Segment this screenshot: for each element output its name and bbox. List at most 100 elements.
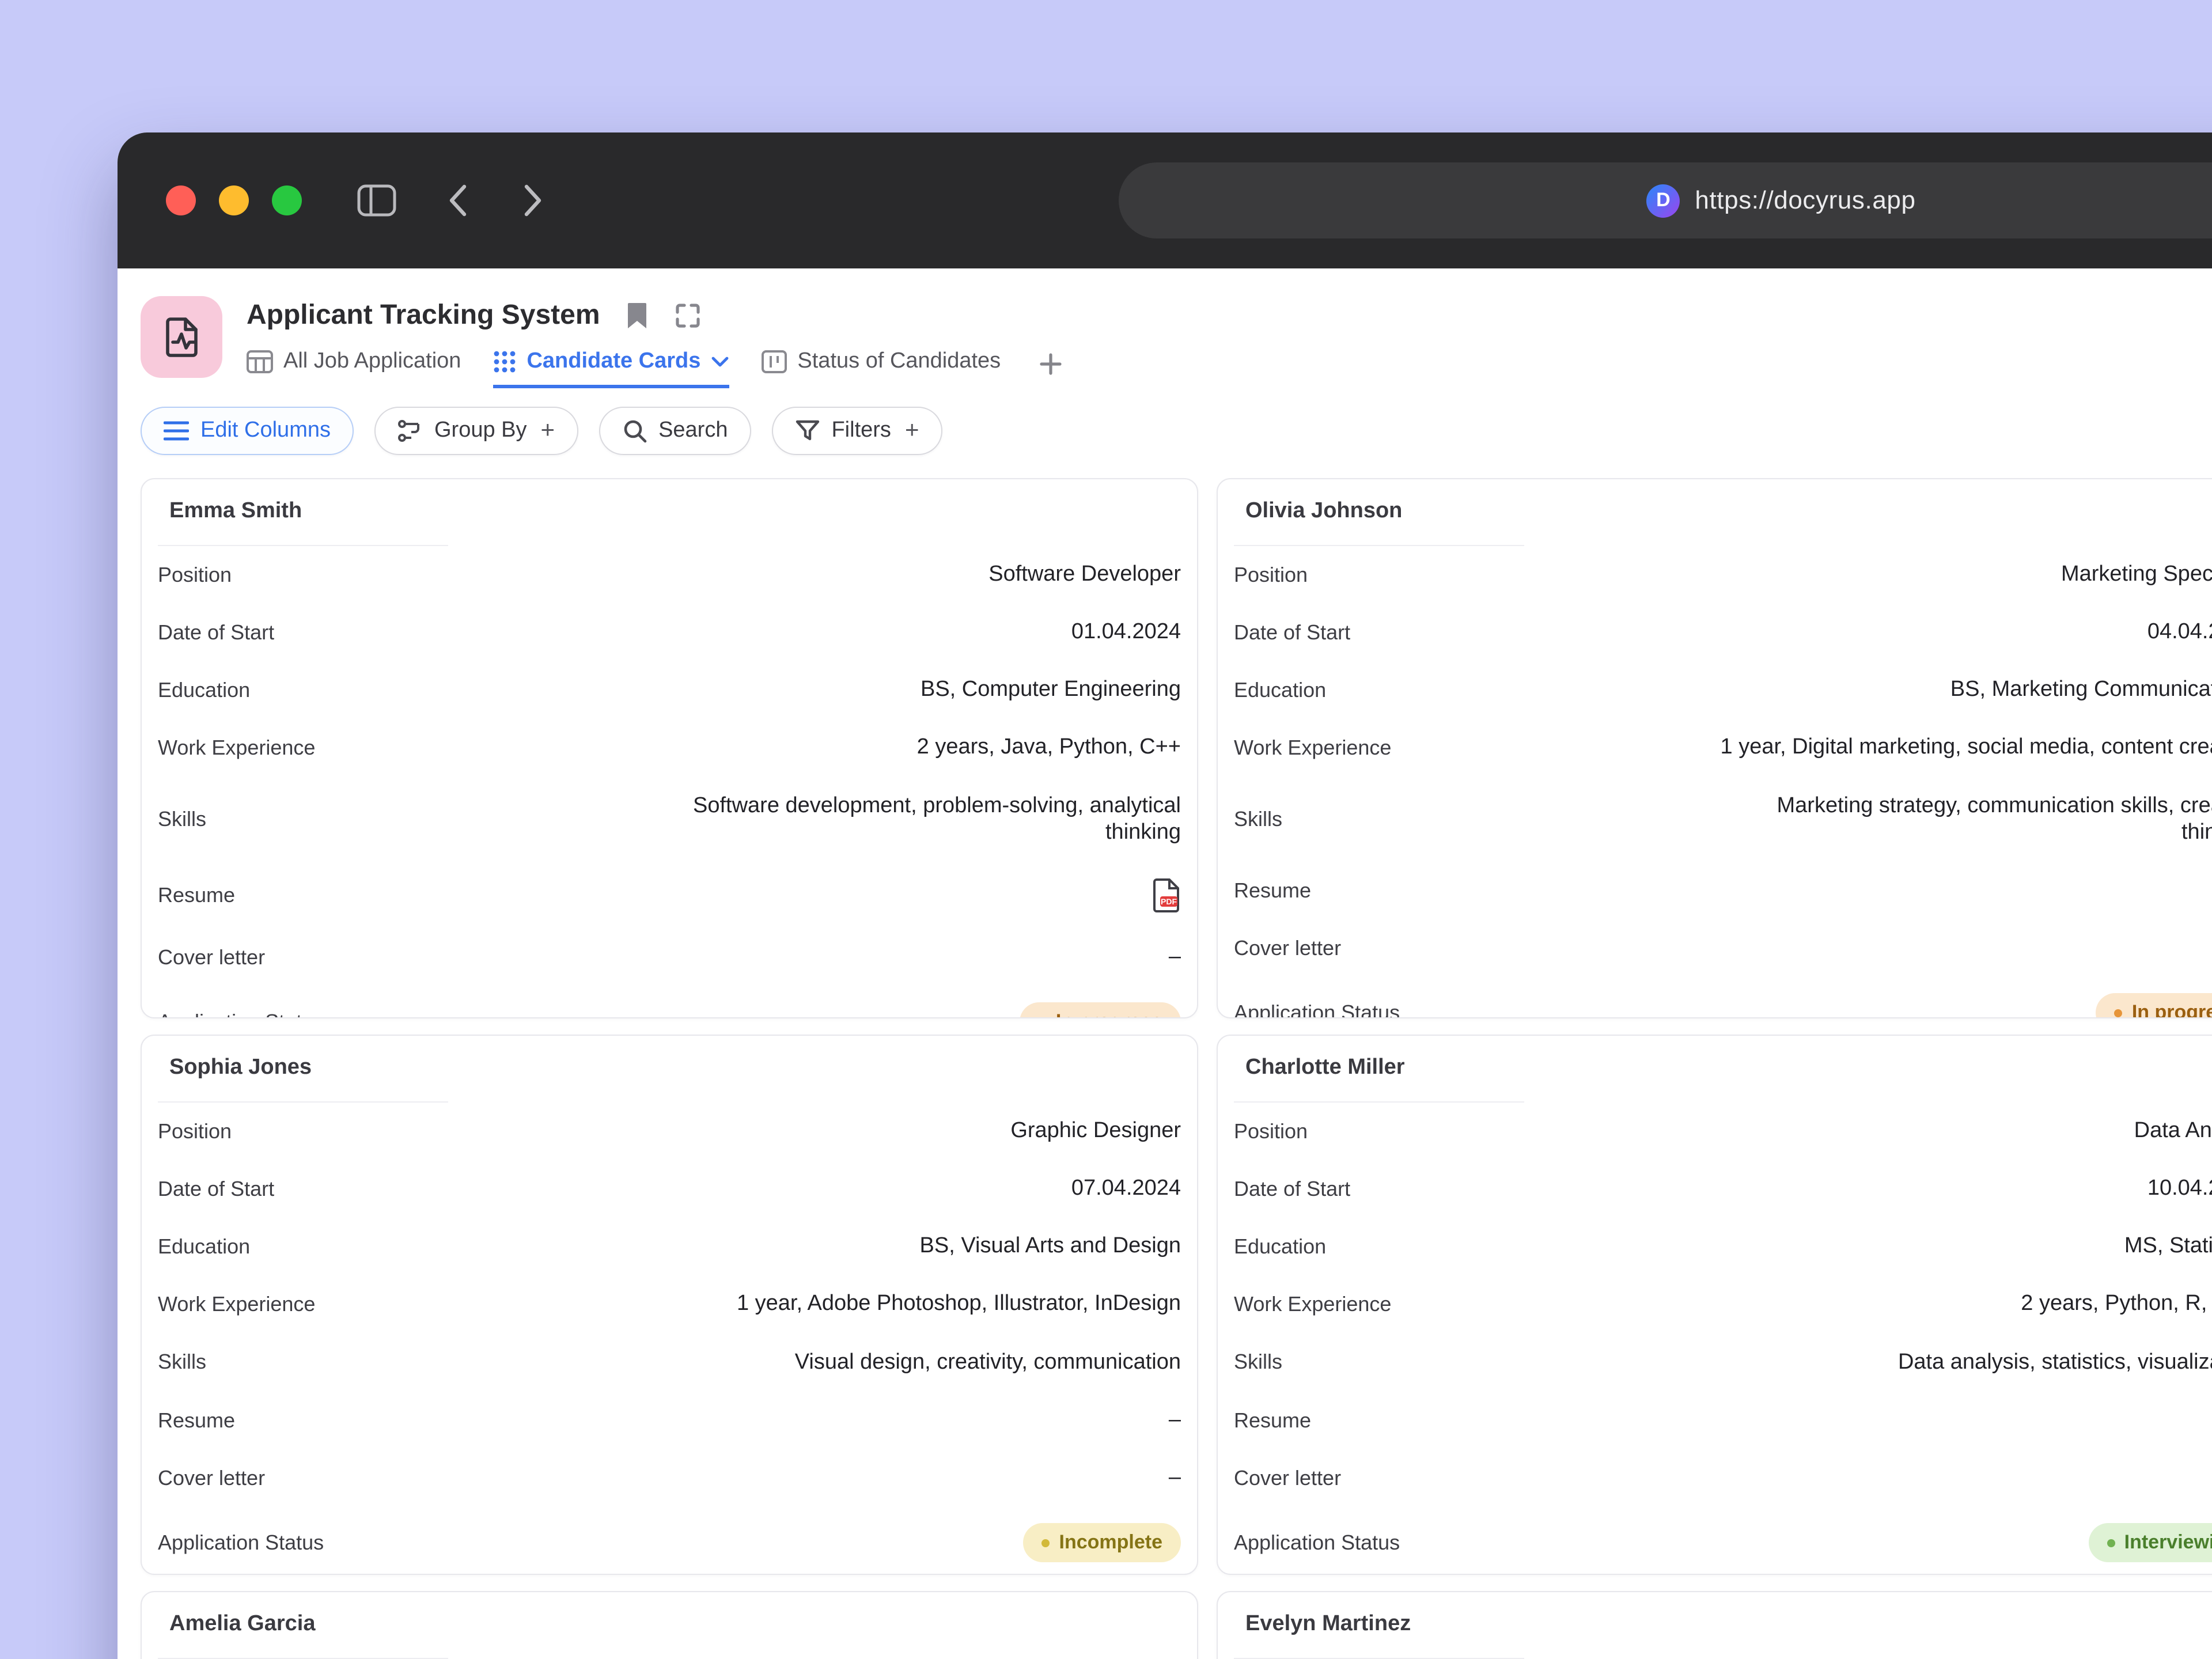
tab-label: Status of Candidates [797, 349, 1001, 373]
field-row-work-experience: Work Experience 1 year, Digital marketin… [1234, 719, 2212, 777]
candidate-card-sophia-jones[interactable]: Sophia Jones Position Graphic Designer D… [141, 1035, 1198, 1575]
zoom-window-button[interactable] [272, 185, 302, 215]
field-label: Resume [158, 883, 236, 906]
address-bar[interactable]: D https://docyrus.app [1119, 162, 2212, 238]
candidate-name: Olivia Johnson [1245, 499, 1403, 523]
tab-label: Candidate Cards [527, 349, 701, 373]
edit-columns-button[interactable]: Edit Columns [141, 407, 354, 455]
field-value: 04.04.2024 [2147, 620, 2212, 644]
status-label: Interviewing [2124, 1531, 2212, 1553]
field-label: Resume [1234, 878, 1312, 902]
field-value: BS, Marketing Communications [1950, 677, 2212, 702]
add-view-button[interactable] [1037, 351, 1063, 387]
field-label: Application Status [158, 1531, 324, 1554]
field-row-education: Education MS, Statistics [1234, 1218, 2212, 1275]
field-label: Work Experience [158, 736, 316, 759]
candidate-card-emma-smith[interactable]: Emma Smith Position Software Developer D… [141, 478, 1198, 1018]
view-tabs: All Job Application Candidate Cards Stat… [247, 349, 1063, 388]
toolbar: Edit Columns Group By + Search Filters + [141, 407, 2212, 455]
field-row-position: Position Data Analyst [1234, 1103, 2212, 1160]
field-label: Date of Start [158, 620, 275, 643]
sidebar-toggle-icon[interactable] [357, 184, 396, 217]
svg-text:PDF: PDF [1161, 897, 1177, 906]
field-value: Graphic Designer [1010, 1119, 1181, 1143]
tab-status-of-candidates[interactable]: Status of Candidates [762, 349, 1001, 388]
status-badge: In progress [1020, 1002, 1181, 1017]
columns-list-icon [164, 421, 189, 441]
button-label: Group By [434, 418, 527, 442]
field-value: Visual design, creativity, communication [794, 1350, 1181, 1374]
field-label: Cover letter [158, 945, 266, 968]
field-label: Work Experience [158, 1292, 316, 1315]
field-row-position: Position Marketing Specialist [1234, 546, 2212, 604]
field-label: Application Status [1234, 1531, 1400, 1554]
page-title: Applicant Tracking System [247, 300, 600, 331]
field-value: 1 year, Digital marketing, social media,… [1720, 735, 2212, 759]
forward-icon[interactable] [523, 183, 544, 218]
field-label: Position [1234, 563, 1308, 586]
app-content: Applicant Tracking System All Job Applic… [118, 268, 2212, 1659]
back-icon[interactable] [447, 183, 468, 218]
field-label: Date of Start [1234, 1177, 1351, 1200]
plus-icon [1039, 353, 1061, 374]
traffic-lights [166, 185, 302, 215]
field-row-date-of-start: Date of Start 10.04.2024 [1234, 1160, 2212, 1218]
field-value: Marketing Specialist [2061, 562, 2212, 586]
status-label: In progress [1056, 1010, 1162, 1017]
close-window-button[interactable] [166, 185, 196, 215]
field-value: Data Analyst [2134, 1119, 2212, 1143]
desktop: D https://docyrus.app Applicant Tracking… [0, 0, 2212, 1659]
field-label: Skills [1234, 807, 1283, 830]
field-label: Cover letter [158, 1466, 266, 1489]
group-by-button[interactable]: Group By + [374, 407, 578, 455]
field-label: Work Experience [1234, 736, 1392, 759]
tab-label: All Job Application [283, 349, 461, 373]
grid-dots-icon [494, 351, 516, 373]
field-value: MS, Statistics [2124, 1234, 2212, 1258]
search-icon [623, 420, 646, 443]
docyrus-logo-icon: D [1646, 184, 1680, 217]
tab-all-job-application[interactable]: All Job Application [247, 349, 461, 388]
field-row-skills: Skills Data analysis, statistics, visual… [1234, 1333, 2212, 1392]
browser-titlebar: D https://docyrus.app [118, 132, 2212, 268]
bookmark-icon[interactable] [626, 301, 649, 331]
field-value: – [1168, 1465, 1181, 1490]
field-row-cover-letter: Cover letter – [158, 929, 1181, 986]
field-label: Resume [1234, 1408, 1312, 1431]
candidate-card-evelyn-martinez[interactable]: Evelyn Martinez [1217, 1591, 2212, 1659]
field-value: 07.04.2024 [1071, 1176, 1181, 1200]
field-row-position: Position Software Developer [158, 546, 1181, 604]
candidate-name: Evelyn Martinez [1245, 1612, 1411, 1636]
field-value: BS, Visual Arts and Design [919, 1234, 1181, 1258]
field-value: 2 years, Python, R, SQL [2021, 1291, 2212, 1316]
candidate-card-olivia-johnson[interactable]: Olivia Johnson Position Marketing Specia… [1217, 478, 2212, 1018]
browser-window: D https://docyrus.app Applicant Tracking… [118, 132, 2212, 1659]
field-label: Position [158, 563, 232, 586]
field-label: Application Status [1234, 1001, 1400, 1018]
field-value: Marketing strategy, communication skills… [1777, 794, 2212, 844]
document-pulse-icon [165, 317, 197, 357]
field-value: BS, Computer Engineering [920, 677, 1181, 702]
field-row-application-status: Application Status In progress [1234, 977, 2212, 1018]
candidate-name: Charlotte Miller [1245, 1055, 1405, 1080]
field-label: Education [1234, 1234, 1327, 1257]
status-label: In progress [2131, 1001, 2212, 1018]
minimize-window-button[interactable] [219, 185, 249, 215]
field-row-application-status: Application Status Incomplete [158, 1507, 1181, 1574]
field-label: Work Experience [1234, 1292, 1392, 1315]
plus-icon: + [540, 417, 555, 444]
search-button[interactable]: Search [599, 407, 751, 455]
expand-icon[interactable] [674, 302, 702, 329]
field-row-work-experience: Work Experience 2 years, Python, R, SQL [1234, 1275, 2212, 1333]
status-dot-icon [2114, 1009, 2123, 1017]
candidate-name: Sophia Jones [169, 1055, 312, 1080]
field-label: Education [158, 678, 251, 701]
field-label: Skills [158, 807, 207, 830]
pdf-file-icon[interactable]: PDF [1151, 878, 1181, 912]
candidate-card-amelia-garcia[interactable]: Amelia Garcia [141, 1591, 1198, 1659]
field-row-resume: Resume – [158, 1392, 1181, 1449]
tab-candidate-cards[interactable]: Candidate Cards [493, 349, 730, 388]
candidate-card-charlotte-miller[interactable]: Charlotte Miller Position Data Analyst D… [1217, 1035, 2212, 1575]
chevron-down-icon [712, 357, 729, 367]
filters-button[interactable]: Filters + [771, 407, 942, 455]
